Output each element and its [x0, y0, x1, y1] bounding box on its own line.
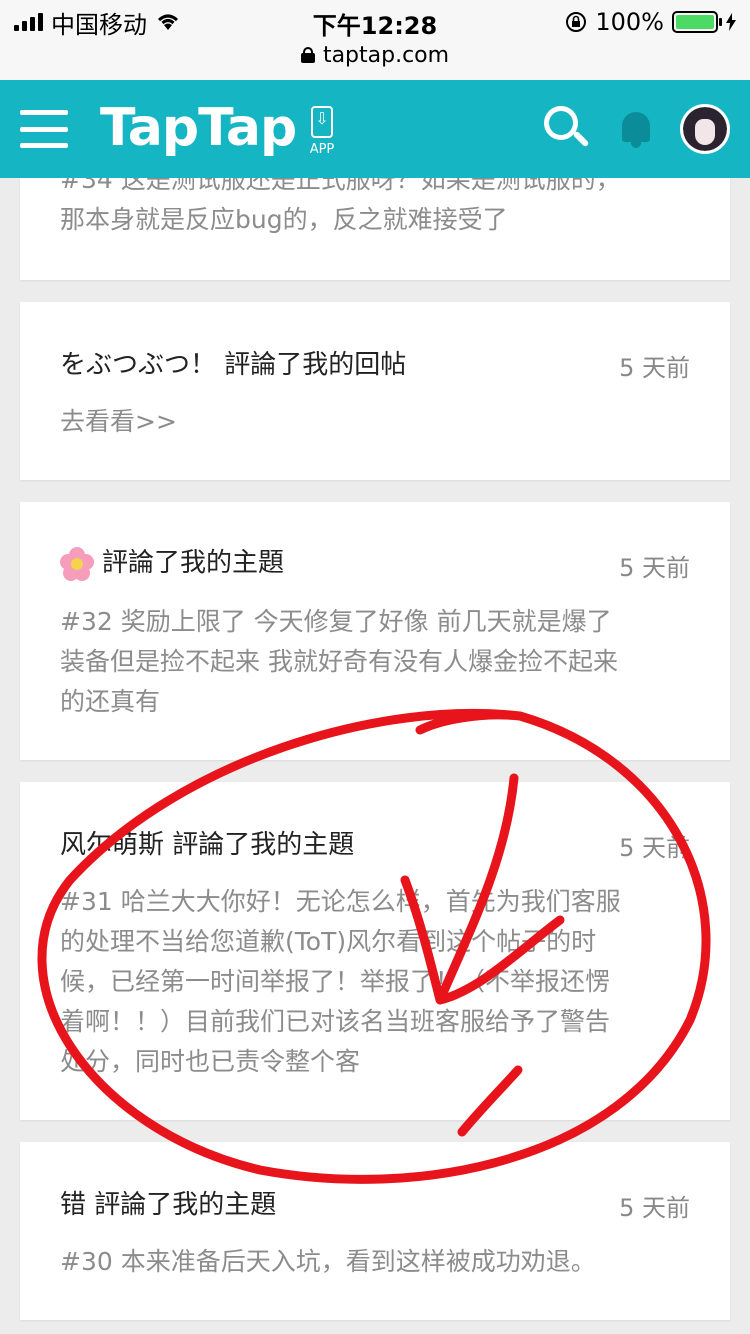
charging-icon	[726, 13, 736, 31]
bell-icon[interactable]	[618, 110, 654, 152]
notification-body: #30 本来准备后天入坑，看到这样被成功劝退。	[60, 1247, 596, 1276]
url-text: taptap.com	[322, 42, 450, 68]
lock-icon	[300, 47, 315, 63]
notification-title-row: 評論了我的主題	[60, 542, 284, 581]
notification-title: 风尔萌斯 評論了我的主題	[60, 830, 355, 860]
battery-percent: 100%	[595, 8, 664, 36]
notification-link[interactable]: 去看看>>	[60, 402, 690, 442]
notification-time: 5 天前	[619, 1194, 690, 1222]
notification-card[interactable]: 错 評論了我的主題 5 天前 #30 本来准备后天入坑，看到这样被成功劝退。	[20, 1142, 730, 1320]
notification-title: をぶつぶつ！ 評論了我的回帖	[60, 350, 407, 380]
status-bar: 中国移动 下午12:28 100% taptap.com	[0, 0, 750, 80]
menu-icon[interactable]	[20, 110, 68, 148]
app-header: TapTap APP	[0, 80, 750, 178]
battery-icon	[672, 11, 722, 33]
notification-time: 5 天前	[619, 834, 690, 862]
rotation-lock-icon	[566, 12, 587, 32]
app-download-button[interactable]: APP	[304, 106, 340, 162]
notification-card[interactable]: をぶつぶつ！ 評論了我的回帖 5 天前 去看看>>	[20, 302, 730, 480]
taptap-logo[interactable]: TapTap	[100, 98, 297, 158]
notification-card[interactable]: 評論了我的主題 5 天前 #32 奖励上限了 今天修复了好像 前几天就是爆了 装…	[20, 502, 730, 760]
app-label: APP	[309, 142, 335, 157]
avatar[interactable]	[680, 104, 730, 154]
notification-time: 5 天前	[619, 554, 690, 582]
notification-title: 評論了我的主題	[102, 548, 285, 578]
notification-time: 5 天前	[619, 354, 690, 382]
notification-title: 错 評論了我的主題	[60, 1190, 277, 1220]
notification-body: #31 哈兰大大你好！无论怎么样，首先为我们客服 的处理不当给您道歉(ToT)风…	[60, 887, 621, 1076]
flower-emoji-icon	[60, 546, 94, 581]
phone-download-icon	[311, 106, 333, 138]
search-icon[interactable]	[544, 106, 590, 152]
notification-card[interactable]: 风尔萌斯 評論了我的主題 5 天前 #31 哈兰大大你好！无论怎么样，首先为我们…	[20, 782, 730, 1120]
battery-group: 100%	[565, 6, 736, 38]
notification-body: #32 奖励上限了 今天修复了好像 前几天就是爆了 装备但是捡不起来 我就好奇有…	[60, 607, 618, 716]
address-bar[interactable]: taptap.com	[0, 40, 750, 70]
